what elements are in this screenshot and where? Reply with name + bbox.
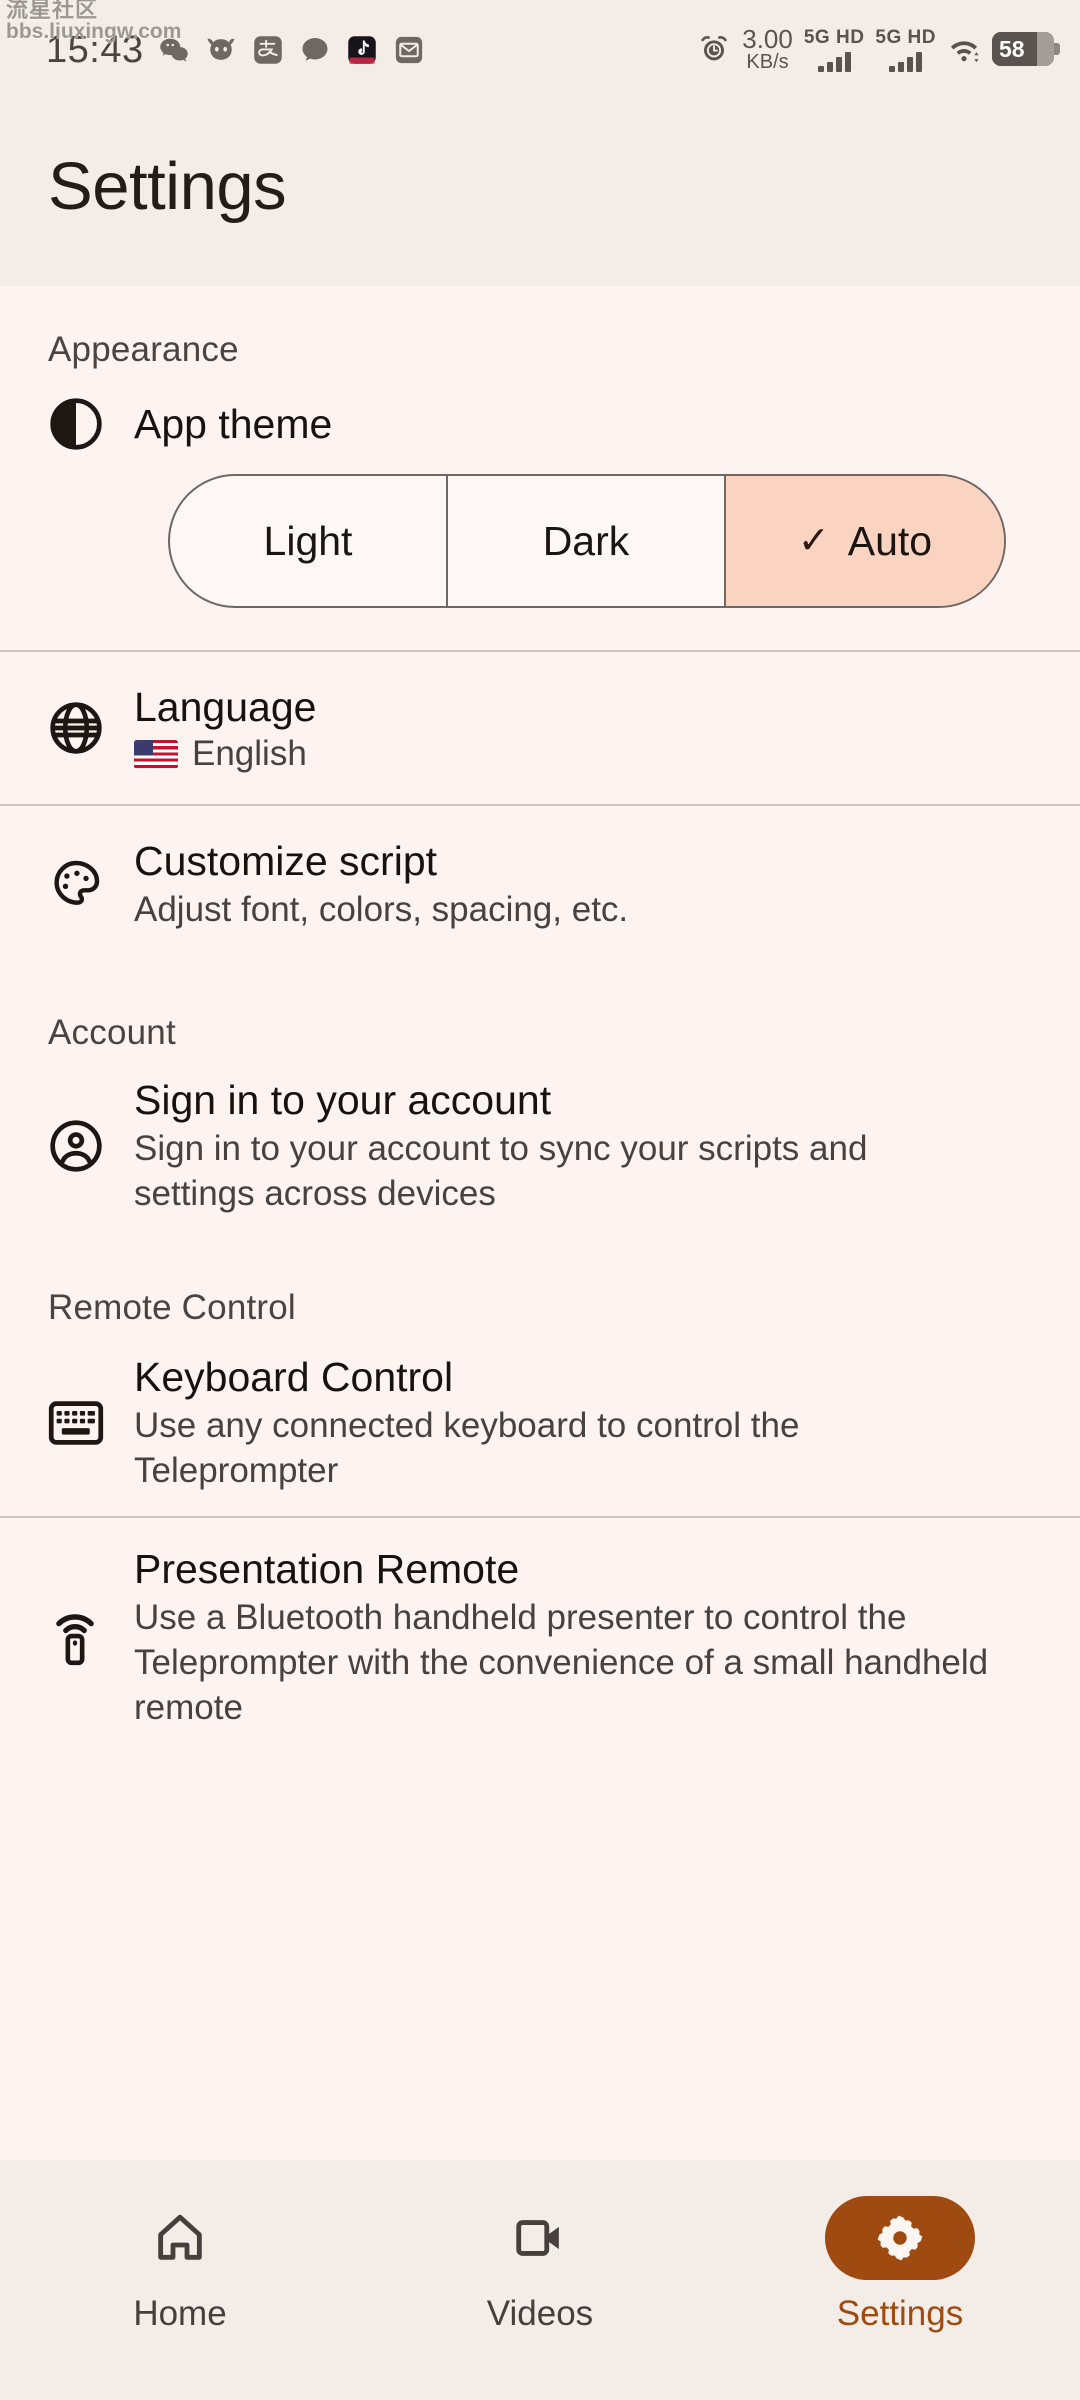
theme-option-dark-label: Dark — [542, 517, 630, 564]
sim2-bars — [889, 51, 923, 72]
theme-option-light-label: Light — [263, 517, 353, 564]
setting-row-presentation-remote[interactable]: Presentation Remote Use a Bluetooth hand… — [0, 1518, 1080, 1730]
watermark-line1: 流星社区 — [6, 0, 99, 22]
theme-option-light[interactable]: Light — [170, 476, 448, 606]
setting-subtitle-sign-in: Sign in to your account to sync your scr… — [134, 1128, 868, 1213]
palette-icon — [48, 856, 134, 912]
status-bar-right: 3.00 KB/s 5G HD 5G HD 58 — [697, 26, 1060, 72]
setting-title-sign-in: Sign in to your account — [134, 1076, 552, 1123]
bull-mask-icon — [204, 33, 238, 67]
setting-subtitle-presentation-remote: Use a Bluetooth handheld presenter to co… — [134, 1598, 989, 1727]
setting-row-presentation-remote-body: Presentation Remote Use a Bluetooth hand… — [134, 1544, 1014, 1730]
nav-item-home[interactable]: Home — [60, 2196, 300, 2334]
nav-item-settings[interactable]: Settings — [780, 2196, 1020, 2334]
network-speed-unit: KB/s — [746, 51, 789, 73]
network-speed-value: 3.00 — [742, 24, 793, 54]
chat-bubble-icon — [298, 33, 332, 67]
setting-title-customize-script: Customize script — [134, 838, 438, 885]
setting-subtitle-customize-script: Adjust font, colors, spacing, etc. — [134, 890, 629, 930]
setting-row-language-body: Language English — [134, 682, 1040, 774]
home-icon — [158, 2214, 202, 2260]
watermark: 流星社区 bbs.liuxingw.com — [6, 0, 181, 43]
theme-option-dark[interactable]: Dark — [448, 476, 726, 606]
section-label-remote-control: Remote Control — [48, 1288, 296, 1328]
theme-segmented-control-wrap: Light Dark ✓ Auto — [0, 452, 1080, 608]
alipay-icon — [251, 33, 285, 67]
section-label-account: Account — [48, 1012, 176, 1052]
nav-pill-settings — [825, 2196, 975, 2280]
settings-list[interactable]: Appearance App theme Light Dark ✓ Auto L… — [0, 286, 1080, 2400]
bottom-navigation: Home Videos Settings — [0, 2160, 1080, 2400]
setting-title-presentation-remote: Presentation Remote — [134, 1546, 520, 1593]
network-speed: 3.00 KB/s — [742, 26, 793, 72]
video-camera-icon — [516, 2220, 559, 2256]
setting-row-app-theme-body: App theme — [134, 399, 1040, 449]
check-icon: ✓ — [797, 520, 830, 562]
setting-subtitle-keyboard-control: Use any connected keyboard to control th… — [134, 1406, 800, 1491]
nav-label-home: Home — [133, 2294, 227, 2333]
theme-option-auto-label: Auto — [847, 517, 933, 564]
sim2-signal: 5G HD — [875, 27, 936, 72]
tiktok-icon — [345, 33, 379, 67]
battery-percent: 58 — [999, 35, 1025, 62]
battery-indicator: 58 — [992, 32, 1060, 66]
gear-icon — [877, 2215, 923, 2261]
remote-signal-icon — [48, 1607, 134, 1667]
page-title: Settings — [48, 148, 287, 224]
watermark-line2: bbs.liuxingw.com — [6, 20, 182, 44]
setting-row-keyboard-control-body: Keyboard Control Use any connected keybo… — [134, 1352, 1006, 1494]
setting-title-app-theme: App theme — [134, 400, 333, 447]
sim2-label: 5G HD — [875, 26, 936, 48]
wifi-icon — [947, 32, 981, 66]
app-header: Settings — [0, 86, 1080, 286]
settings-screen: 流星社区 bbs.liuxingw.com 15:43 3.00 KB/s 5G… — [0, 0, 1080, 2400]
sim1-label: 5G HD — [803, 26, 865, 48]
nav-label-videos: Videos — [486, 2294, 594, 2333]
alarm-clock-icon — [697, 32, 731, 66]
setting-row-customize-script[interactable]: Customize script Adjust font, colors, sp… — [0, 806, 1080, 951]
us-flag-icon — [134, 739, 178, 769]
mail-icon — [392, 33, 426, 67]
setting-row-customize-script-body: Customize script Adjust font, colors, sp… — [134, 836, 1040, 933]
nav-pill-home — [105, 2196, 255, 2280]
language-value-label: English — [192, 734, 307, 774]
globe-icon — [48, 700, 134, 756]
setting-title-keyboard-control: Keyboard Control — [134, 1354, 454, 1401]
setting-row-keyboard-control[interactable]: Keyboard Control Use any connected keybo… — [0, 1328, 1080, 1516]
sim1-bars — [817, 51, 851, 72]
setting-row-sign-in[interactable]: Sign in to your account Sign in to your … — [0, 1053, 1080, 1229]
setting-row-app-theme[interactable]: App theme — [0, 370, 1080, 452]
contrast-half-circle-icon — [48, 396, 134, 452]
nav-label-settings: Settings — [836, 2294, 964, 2333]
section-label-appearance: Appearance — [48, 330, 239, 369]
account-circle-icon — [48, 1118, 134, 1174]
nav-item-videos[interactable]: Videos — [420, 2196, 660, 2334]
theme-option-auto[interactable]: ✓ Auto — [726, 476, 1004, 606]
theme-segmented-control[interactable]: Light Dark ✓ Auto — [168, 474, 1006, 608]
nav-pill-videos — [465, 2196, 615, 2280]
keyboard-icon — [48, 1398, 134, 1448]
setting-row-sign-in-body: Sign in to your account Sign in to your … — [134, 1075, 984, 1217]
sim1-signal: 5G HD — [804, 27, 865, 72]
setting-title-language: Language — [134, 684, 317, 730]
setting-row-language[interactable]: Language English — [0, 652, 1080, 804]
language-value: English — [134, 734, 1040, 774]
